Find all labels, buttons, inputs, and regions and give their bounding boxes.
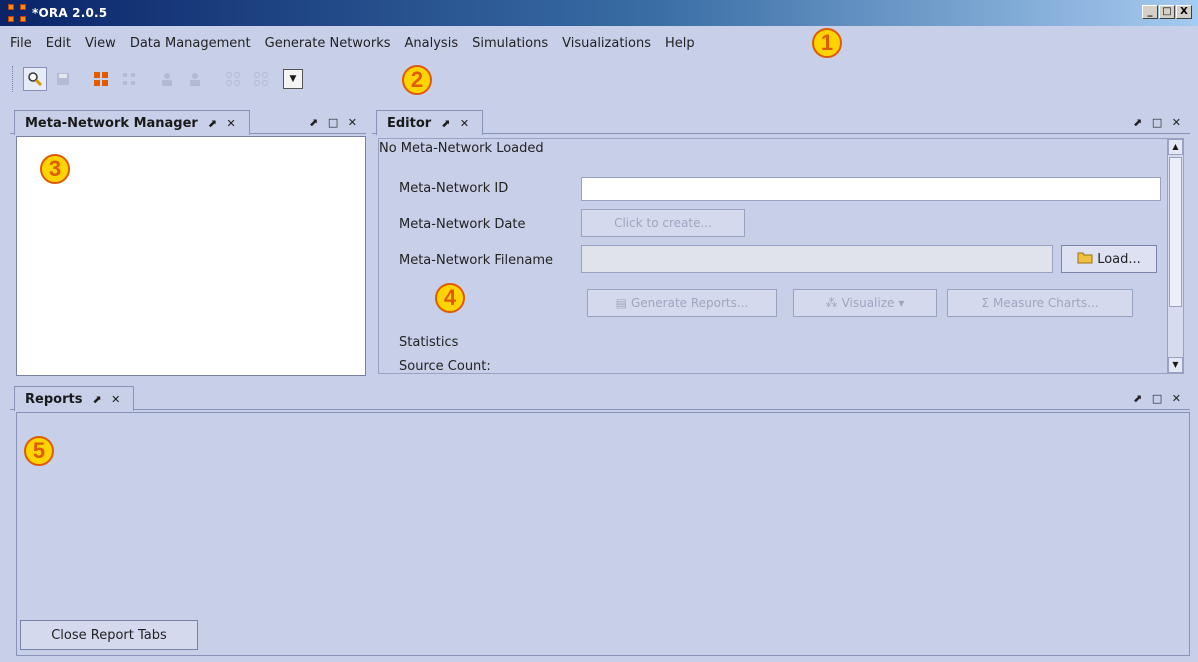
- editor-content: No Meta-Network Loaded Meta-Network ID M…: [378, 138, 1184, 374]
- menu-generate-networks[interactable]: Generate Networks: [265, 36, 391, 51]
- tab-label: Meta-Network Manager: [25, 115, 198, 131]
- network-icon[interactable]: [89, 67, 113, 91]
- panel-controls[interactable]: ⬈ □ ✕: [309, 116, 360, 129]
- folder-open-icon: [1077, 250, 1093, 268]
- meta-network-date-label: Meta-Network Date: [399, 217, 526, 232]
- editor-scrollbar[interactable]: ▲ ▼: [1167, 139, 1183, 373]
- visualize-label: Visualize: [841, 296, 895, 310]
- chevron-down-icon: ▾: [898, 296, 905, 310]
- callout-5: 5: [24, 436, 54, 466]
- tab-pin-close-icons[interactable]: ⬈ ✕: [441, 117, 472, 130]
- visualize-icon: ⁂: [825, 296, 838, 310]
- panel-controls[interactable]: ⬈ □ ✕: [1133, 392, 1184, 405]
- tab-label: Reports: [25, 391, 83, 407]
- sigma-icon: Σ: [981, 296, 990, 310]
- report-icon: ▤: [615, 296, 627, 310]
- meta-network-filename-field[interactable]: [581, 245, 1053, 273]
- date-create-button[interactable]: Click to create...: [581, 209, 745, 237]
- menu-analysis[interactable]: Analysis: [405, 36, 459, 51]
- load-button-label: Load...: [1097, 251, 1141, 267]
- window-title: *ORA 2.0.5: [32, 6, 108, 20]
- meta-network-id-field[interactable]: [581, 177, 1161, 201]
- source-count-label: Source Count:: [399, 359, 491, 374]
- meta-network-id-label: Meta-Network ID: [399, 181, 509, 196]
- tab-editor[interactable]: Editor ⬈ ✕: [376, 110, 484, 135]
- callout-4: 4: [435, 283, 465, 313]
- group-title: No Meta-Network Loaded: [379, 141, 544, 156]
- visualize-button[interactable]: ⁂ Visualize ▾: [793, 289, 937, 317]
- callout-3: 3: [40, 154, 70, 184]
- menu-visualizations[interactable]: Visualizations: [562, 36, 651, 51]
- close-report-tabs-button[interactable]: Close Report Tabs: [20, 620, 198, 650]
- callout-1: 1: [812, 28, 842, 58]
- generate-reports-button[interactable]: ▤ Generate Reports...: [587, 289, 777, 317]
- reports-panel: Reports ⬈ ✕ ⬈ □ ✕ Close Report Tabs 5: [10, 384, 1190, 656]
- scroll-thumb[interactable]: [1169, 157, 1182, 307]
- meta-network-filename-label: Meta-Network Filename: [399, 253, 554, 268]
- toolbar-dropdown[interactable]: ▼: [283, 69, 303, 89]
- tab-label: Editor: [387, 115, 432, 131]
- window-controls: _ □ X: [1142, 5, 1192, 19]
- measure-charts-button[interactable]: Σ Measure Charts...: [947, 289, 1133, 317]
- menu-simulations[interactable]: Simulations: [472, 36, 548, 51]
- meta-network-manager-panel: Meta-Network Manager ⬈ ✕ ⬈ □ ✕ 3: [10, 108, 366, 378]
- editor-panel: Editor ⬈ ✕ ⬈ □ ✕ No Meta-Network Loaded …: [372, 108, 1190, 378]
- toolbar: ▼: [0, 60, 1198, 98]
- tab-pin-close-icons[interactable]: ⬈ ✕: [92, 393, 123, 406]
- maximize-button[interactable]: □: [1159, 5, 1175, 19]
- minimize-button[interactable]: _: [1142, 5, 1158, 19]
- grid-remove-icon[interactable]: [249, 67, 273, 91]
- tab-reports[interactable]: Reports ⬈ ✕: [14, 386, 135, 411]
- generate-reports-label: Generate Reports...: [631, 296, 749, 310]
- delete-network-icon[interactable]: [117, 67, 141, 91]
- search-icon[interactable]: [23, 67, 47, 91]
- measure-charts-label: Measure Charts...: [993, 296, 1099, 310]
- menu-help[interactable]: Help: [665, 36, 695, 51]
- save-icon[interactable]: [51, 67, 75, 91]
- title-bar: *ORA 2.0.5 _ □ X: [0, 0, 1198, 26]
- panel-controls[interactable]: ⬈ □ ✕: [1133, 116, 1184, 129]
- callout-2: 2: [402, 65, 432, 95]
- menu-file[interactable]: File: [10, 36, 32, 51]
- agent-icon[interactable]: [155, 67, 179, 91]
- grid-icon[interactable]: [221, 67, 245, 91]
- scroll-up-arrow[interactable]: ▲: [1168, 139, 1183, 155]
- toolbar-grip[interactable]: [12, 66, 15, 92]
- agent-remove-icon[interactable]: [183, 67, 207, 91]
- menu-data-management[interactable]: Data Management: [130, 36, 251, 51]
- close-window-button[interactable]: X: [1176, 5, 1192, 19]
- tab-meta-network-manager[interactable]: Meta-Network Manager ⬈ ✕: [14, 110, 250, 135]
- menu-view[interactable]: View: [85, 36, 116, 51]
- statistics-label: Statistics: [399, 335, 459, 350]
- menu-bar: File Edit View Data Management Generate …: [0, 26, 1198, 60]
- ora-app-icon: [8, 4, 26, 22]
- tab-pin-close-icons[interactable]: ⬈ ✕: [208, 117, 239, 130]
- load-button[interactable]: Load...: [1061, 245, 1157, 273]
- menu-edit[interactable]: Edit: [46, 36, 71, 51]
- scroll-down-arrow[interactable]: ▼: [1168, 357, 1183, 373]
